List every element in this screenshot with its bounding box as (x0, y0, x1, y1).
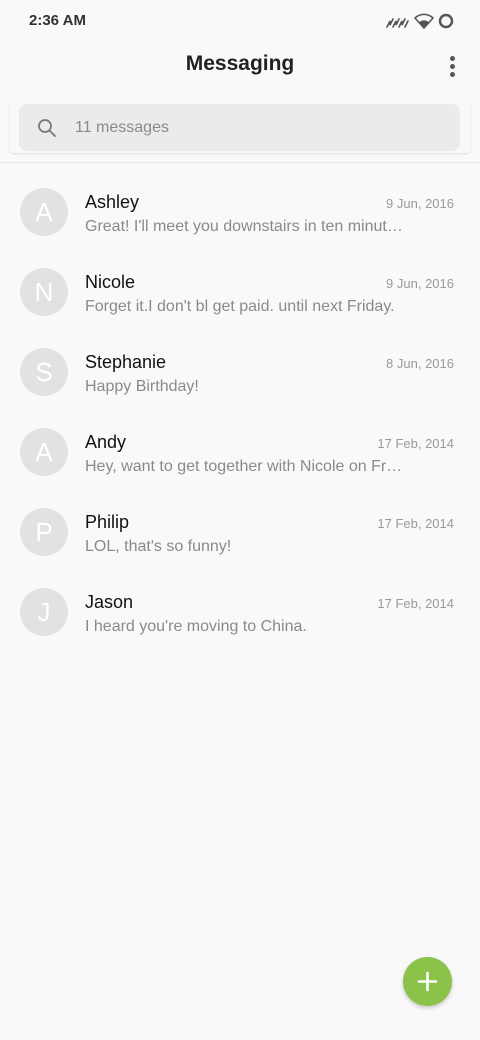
more-vert-icon (450, 56, 455, 61)
avatar: P (20, 508, 68, 556)
conversation-item[interactable]: S Stephanie 8 Jun, 2016 Happy Birthday! (0, 332, 480, 412)
message-date: 9 Jun, 2016 (386, 276, 454, 291)
conversation-item[interactable]: A Andy 17 Feb, 2014 Hey, want to get tog… (0, 412, 480, 492)
plus-icon (417, 971, 438, 992)
search-placeholder: 11 messages (75, 119, 169, 136)
message-date: 9 Jun, 2016 (386, 196, 454, 211)
message-preview: Hey, want to get together with Nicole on… (85, 458, 405, 475)
conversation-list: A Ashley 9 Jun, 2016 Great! I'll meet yo… (0, 172, 480, 652)
contact-name: Stephanie (85, 352, 167, 372)
conversation-item[interactable]: A Ashley 9 Jun, 2016 Great! I'll meet yo… (0, 172, 480, 252)
message-date: 17 Feb, 2014 (377, 436, 454, 451)
conversation-item[interactable]: J Jason 17 Feb, 2014 I heard you're movi… (0, 572, 480, 652)
avatar: A (20, 428, 68, 476)
page-title: Messaging (185, 52, 295, 75)
message-date: 8 Jun, 2016 (386, 356, 454, 371)
status-bar: 2:36 AM (0, 0, 480, 44)
avatar: N (20, 268, 68, 316)
message-date: 17 Feb, 2014 (377, 596, 454, 611)
new-message-button[interactable] (403, 957, 452, 1006)
message-date: 17 Feb, 2014 (377, 516, 454, 531)
message-preview: Great! I'll meet you downstairs in ten m… (85, 218, 405, 235)
message-preview: Forget it.I don't bl get paid. until nex… (85, 298, 395, 315)
avatar: A (20, 188, 68, 236)
contact-name: Ashley (85, 192, 140, 212)
more-options-button[interactable] (440, 50, 464, 82)
app-header: Messaging (0, 44, 480, 92)
contact-name: Philip (85, 512, 130, 532)
message-preview: LOL, that's so funny! (85, 538, 232, 555)
search-input[interactable]: 11 messages (19, 104, 460, 151)
message-preview: Happy Birthday! (85, 378, 199, 395)
battery-circle-icon (438, 13, 454, 29)
conversation-item[interactable]: N Nicole 9 Jun, 2016 Forget it.I don't b… (0, 252, 480, 332)
signal-icon (386, 18, 409, 28)
status-time: 2:36 AM (29, 12, 86, 29)
contact-name: Jason (85, 592, 134, 612)
conversation-item[interactable]: P Philip 17 Feb, 2014 LOL, that's so fun… (0, 492, 480, 572)
wifi-icon (414, 13, 434, 29)
contact-name: Nicole (85, 272, 136, 292)
avatar: J (20, 588, 68, 636)
avatar: S (20, 348, 68, 396)
contact-name: Andy (85, 432, 127, 452)
search-icon (38, 119, 56, 137)
message-preview: I heard you're moving to China. (85, 618, 307, 635)
search-bar: 11 messages (10, 101, 470, 153)
divider (0, 162, 480, 163)
